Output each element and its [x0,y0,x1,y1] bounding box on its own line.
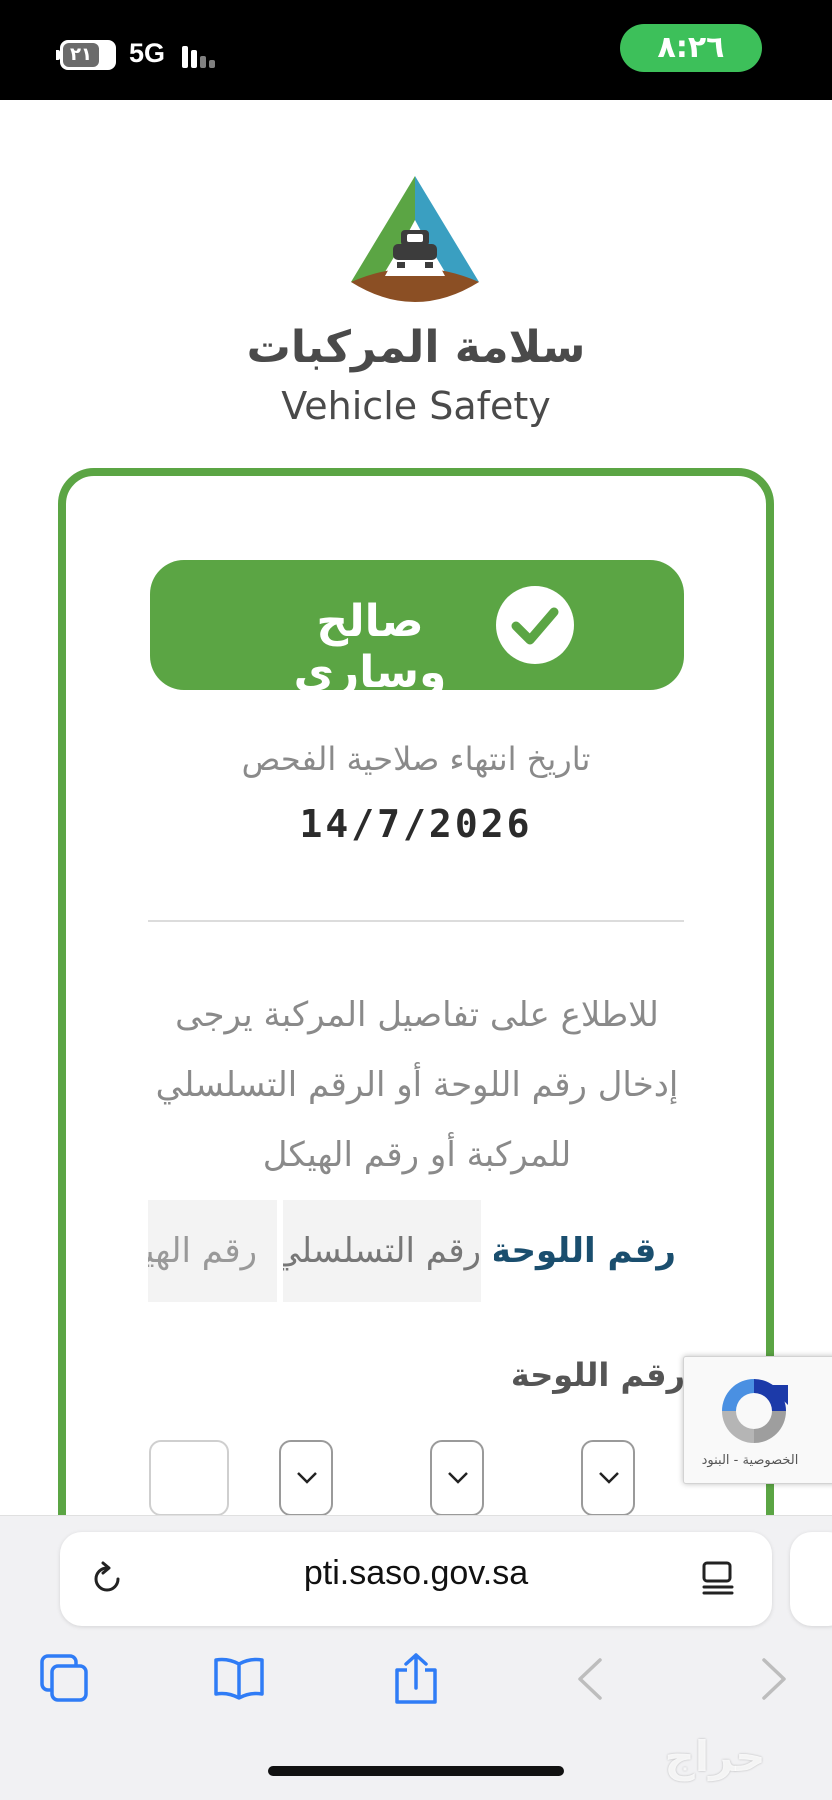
divider [148,920,684,922]
page-menu-icon[interactable] [700,1560,736,1600]
reload-icon[interactable] [88,1560,126,1598]
recaptcha-links[interactable]: الخصوصية - البنود [684,1453,816,1468]
url-text[interactable]: pti.saso.gov.sa [150,1554,682,1593]
status-bar: ٢١ 5G ٨:٢٦ [0,0,832,100]
plate-number-label: رقم اللوحة [510,1356,685,1394]
battery-nub [56,50,60,60]
chevron-down-icon [448,1472,468,1484]
home-indicator[interactable] [268,1766,564,1776]
check-icon [496,586,574,664]
chevron-down-icon [599,1472,619,1484]
expiry-label: تاريخ انتهاء صلاحية الفحص [241,740,591,778]
tab-plate-number[interactable]: رقم اللوحة [494,1200,676,1302]
network-label: 5G [129,38,166,68]
tabs-icon[interactable] [38,1652,92,1706]
tab-serial-number[interactable]: رقم التسلسلي [283,1200,481,1302]
forward-icon[interactable] [744,1652,798,1706]
brand-name-arabic: سلامة المركبات [246,322,586,373]
expiry-date: 14/7/2026 [299,802,533,846]
plate-letter-select-2[interactable] [430,1440,484,1516]
battery-icon: ٢١ [60,40,116,70]
next-tab-preview[interactable] [790,1532,832,1626]
bookmarks-icon[interactable] [212,1652,266,1706]
watermark: حراج [664,1732,766,1781]
tab-chassis-number[interactable]: رقم الهيكل [148,1200,277,1302]
plate-digits-input[interactable] [149,1440,229,1516]
recaptcha-badge[interactable]: الخصوصية - البنود [683,1356,832,1484]
share-icon[interactable] [389,1652,443,1706]
back-icon[interactable] [566,1652,620,1706]
recaptcha-icon [722,1379,788,1443]
inspection-status-label: صالح وساري [293,596,447,698]
battery-level: ٢١ [63,43,99,67]
lookup-instructions: للاطلاع على تفاصيل المركبة يرجى إدخال رق… [155,995,679,1175]
chevron-down-icon [297,1472,317,1484]
vehicle-safety-logo-icon [345,172,485,306]
plate-letter-select-3[interactable] [581,1440,635,1516]
brand-name-english: Vehicle Safety [281,384,551,428]
status-time: ٨:٢٦ [620,24,762,72]
signal-icon [182,44,224,68]
plate-letter-select-1[interactable] [279,1440,333,1516]
